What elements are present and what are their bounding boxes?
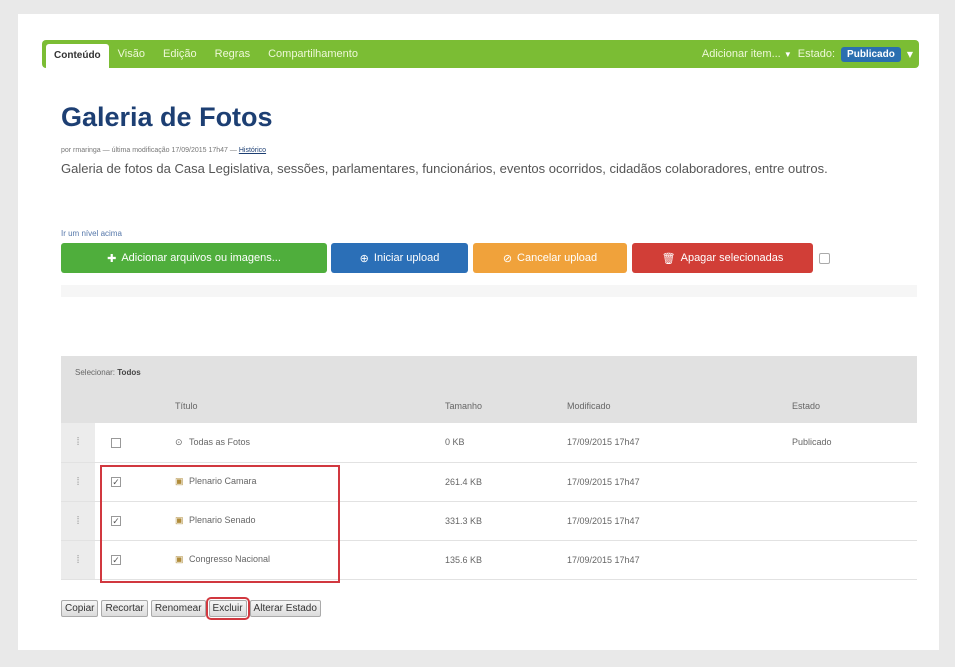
table-row: ⁞ ✓ ▣ Plenario Senado 331.3 KB 17/09/2015… [61,501,917,541]
row-checkbox[interactable]: ✓ [111,515,121,526]
row-modified: 17/09/2015 17h47 [557,423,782,463]
page-title: Galeria de Fotos [61,102,273,132]
row-size: 0 KB [435,423,557,463]
table-header: Título Tamanho Modificado Estado [61,389,917,423]
row-state [782,501,917,541]
row-size: 331.3 KB [435,501,557,541]
toolbar-right: Adicionar item... ▼ Estado: Publicado ▼ [702,46,919,62]
row-checkbox[interactable] [111,437,121,448]
row-modified: 17/09/2015 17h47 [557,540,782,580]
row-state [782,462,917,502]
select-all-row: Selecionar: Todos [61,356,917,389]
collection-icon: ⊙ [175,436,183,447]
tab-regras[interactable]: Regras [206,40,259,68]
row-modified: 17/09/2015 17h47 [557,462,782,502]
copy-button[interactable]: Copiar [61,600,99,617]
edit-toolbar: Conteúdo Visão Edição Regras Compartilha… [42,40,919,68]
image-icon: ▣ [175,476,184,486]
add-item-menu[interactable]: Adicionar item... ▼ [702,48,792,60]
table-row: ⁞ ✓ ▣ Congresso Nacional 135.6 KB 17/09/2… [61,540,917,580]
cancel-icon: ⊘ [502,252,513,265]
row-state [782,540,917,580]
delete-button[interactable]: Excluir [205,597,250,620]
tab-conteudo[interactable]: Conteúdo [46,44,109,68]
trash-icon: 🗑 [661,252,676,265]
cancel-upload-button[interactable]: ⊘ Cancelar upload [473,243,627,273]
folder-contents-table: Selecionar: Todos Título Tamanho Modific… [61,356,917,580]
row-size: 135.6 KB [435,540,557,580]
table-row: ⁞ ✓ ▣ Plenario Camara 261.4 KB 17/09/2015… [61,462,917,502]
column-size[interactable]: Tamanho [435,389,557,423]
row-title-link[interactable]: Plenario Camara [189,476,257,486]
add-files-button[interactable]: ✚ Adicionar arquivos ou imagens... [61,243,327,273]
history-link[interactable]: Histórico [239,147,266,154]
table-row: ⁞ ⊙ Todas as Fotos 0 KB 17/09/2015 17h47 … [61,423,917,463]
select-all-link[interactable]: Todos [117,368,140,377]
change-state-button[interactable]: Alterar Estado [249,600,321,617]
page-description: Galeria de fotos da Casa Legislativa, se… [61,161,828,176]
drag-handle-icon[interactable]: ⁞ [61,462,95,502]
byline: por rmaringa — última modificação 17/09/… [61,147,267,154]
column-state[interactable]: Estado [782,389,917,423]
state-badge[interactable]: Publicado [841,46,901,62]
image-icon: ▣ [175,515,184,525]
drag-handle-icon[interactable]: ⁞ [61,501,95,541]
chevron-down-icon: ▼ [783,50,792,59]
plus-icon: ✚ [107,252,117,265]
cut-button[interactable]: Recortar [101,600,148,617]
drag-handle-icon[interactable]: ⁞ [61,540,95,580]
row-size: 261.4 KB [435,462,557,502]
drag-handle-icon[interactable]: ⁞ [61,423,95,463]
row-title-link[interactable]: Plenario Senado [189,515,256,525]
select-label: Selecionar: [75,368,116,377]
row-title-link[interactable]: Congresso Nacional [189,554,270,564]
row-checkbox[interactable]: ✓ [111,554,121,565]
row-modified: 17/09/2015 17h47 [557,501,782,541]
image-icon: ▣ [175,554,184,564]
delete-selected-button[interactable]: 🗑 Apagar selecionadas [632,243,813,273]
column-title[interactable]: Título [165,389,435,423]
state-label: Estado: [797,48,836,60]
tab-edicao[interactable]: Edição [154,40,206,68]
tab-compartilhamento[interactable]: Compartilhamento [259,40,367,68]
row-state: Publicado [782,423,917,463]
upload-icon: ⊕ [359,252,369,265]
start-upload-button[interactable]: ⊕ Iniciar upload [331,243,468,273]
rename-button[interactable]: Renomear [150,600,206,617]
column-modified[interactable]: Modificado [557,389,782,423]
chevron-down-icon[interactable]: ▼ [907,50,913,59]
row-title-link[interactable]: Todas as Fotos [189,437,250,447]
row-checkbox[interactable]: ✓ [111,476,121,487]
action-buttons: Copiar Recortar Renomear Excluir Alterar… [61,597,321,620]
upload-progress-area [61,285,917,297]
select-all-uploads-checkbox[interactable] [819,253,830,264]
tab-visao[interactable]: Visão [109,40,154,68]
go-up-link[interactable]: Ir um nível acima [61,229,122,238]
